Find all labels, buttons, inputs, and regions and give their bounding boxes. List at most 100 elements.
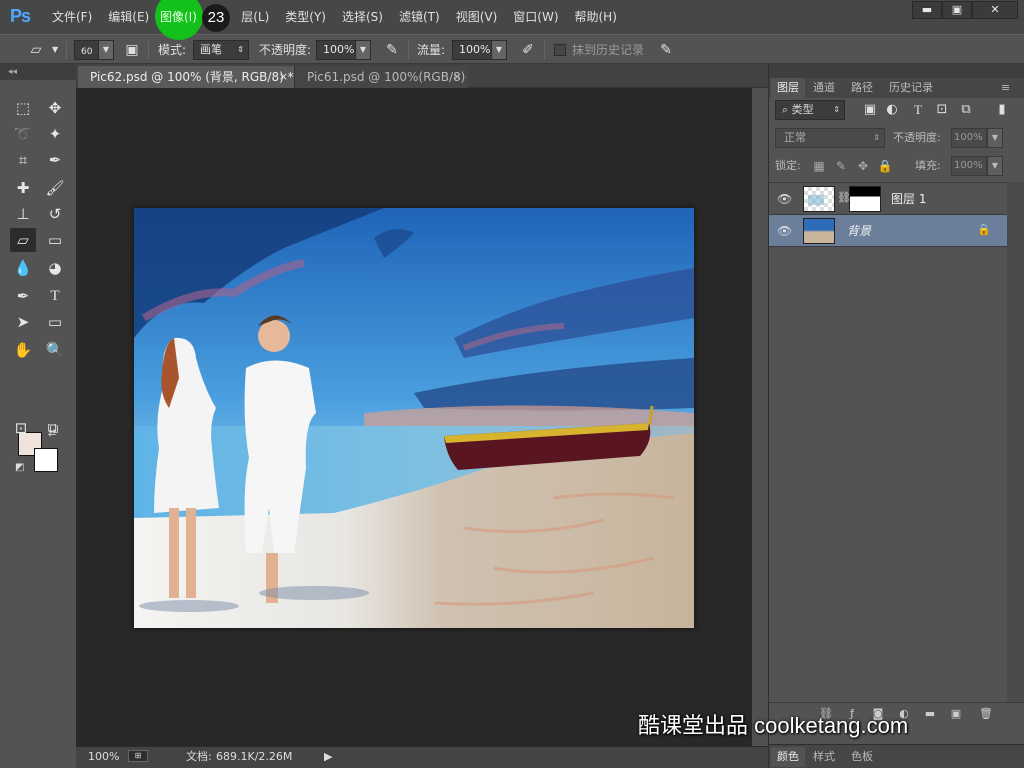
dodge-tool-icon[interactable]: ◕ — [42, 256, 68, 280]
blur-tool-icon[interactable]: 💧 — [10, 256, 36, 280]
new-layer-icon[interactable]: ▣ — [947, 705, 965, 723]
brush-size-value: 60 — [81, 47, 93, 57]
menu-image[interactable]: 图像(I) — [160, 0, 197, 34]
layer-opacity-input[interactable]: 100% — [951, 128, 987, 148]
tab-history[interactable]: 历史记录 — [883, 78, 939, 98]
lock-pixels-icon[interactable]: ✎ — [833, 156, 849, 176]
mode-select[interactable]: 画笔 ⇕ — [193, 40, 249, 60]
type-filter-icon[interactable]: T — [909, 100, 927, 120]
delete-layer-icon[interactable]: 🗑 — [977, 705, 995, 723]
brush-tool-icon[interactable]: 🖌 — [42, 176, 68, 200]
pixel-filter-icon[interactable]: ▣ — [861, 100, 879, 120]
menu-file[interactable]: 文件(F) — [44, 0, 100, 34]
menu-edit[interactable]: 编辑(E) — [100, 0, 157, 34]
menu-window[interactable]: 窗口(W) — [505, 0, 566, 34]
visibility-eye-icon[interactable]: 👁 — [777, 224, 792, 238]
lasso-tool-icon[interactable]: ➰ — [10, 122, 36, 146]
tab-color[interactable]: 颜色 — [771, 747, 805, 767]
layer-mask-thumbnail[interactable] — [849, 186, 881, 212]
path-selection-tool-icon[interactable]: ➤ — [10, 310, 36, 334]
maximize-button[interactable]: ▣ — [942, 1, 972, 19]
zoom-level[interactable]: 100% — [88, 747, 119, 767]
blend-mode-select[interactable]: 正常 ⇕ — [775, 128, 885, 148]
airbrush-icon[interactable]: ✐ — [518, 40, 538, 60]
new-group-icon[interactable]: ▬ — [921, 705, 939, 723]
hand-tool-icon[interactable]: ✋ — [10, 338, 36, 362]
layers-scrollbar[interactable] — [1007, 182, 1024, 702]
healing-brush-tool-icon[interactable]: ✚ — [10, 176, 36, 200]
flow-arrow-icon[interactable]: ▼ — [491, 40, 507, 60]
layer-name[interactable]: 图层 1 — [891, 183, 926, 215]
brush-panel-toggle-icon[interactable]: ▣ — [122, 40, 142, 60]
tab-styles[interactable]: 样式 — [807, 747, 841, 767]
type-tool-icon[interactable]: T — [42, 284, 68, 308]
toolbox-collapse-icon[interactable]: ◂◂ — [0, 64, 76, 80]
status-menu-arrow-icon[interactable]: ▶ — [324, 747, 332, 767]
panel-menu-icon[interactable]: ≡ — [995, 78, 1016, 98]
photoshop-logo: Ps — [10, 6, 31, 26]
crop-tool-icon[interactable]: ⌗ — [10, 148, 36, 172]
erase-history-checkbox[interactable] — [554, 44, 566, 56]
visibility-eye-icon[interactable]: 👁 — [777, 192, 792, 206]
menu-filter[interactable]: 滤镜(T) — [391, 0, 448, 34]
close-tab-icon[interactable]: × — [453, 66, 462, 88]
pressure-size-icon[interactable]: ✎ — [656, 40, 676, 60]
updown-arrow-icon: ⇕ — [833, 105, 840, 114]
separator — [66, 41, 67, 59]
clone-stamp-tool-icon[interactable]: ⊥ — [10, 202, 36, 226]
gradient-tool-icon[interactable]: ▭ — [42, 228, 68, 252]
opacity-input[interactable]: 100% — [316, 40, 356, 60]
document-canvas-image[interactable] — [134, 208, 694, 628]
eraser-tool-icon[interactable]: ▱ — [10, 228, 36, 252]
marquee-tool-icon[interactable]: ⬚ — [10, 96, 36, 120]
quick-mask-icon[interactable]: ⊡ — [8, 416, 34, 440]
layer-row-background[interactable]: 👁 背景 🔒 — [769, 215, 1007, 247]
default-colors-icon[interactable]: ◩ — [15, 462, 24, 473]
tab-swatches[interactable]: 色板 — [845, 747, 879, 767]
brush-picker-arrow-icon[interactable]: ▼ — [98, 40, 114, 60]
history-brush-tool-icon[interactable]: ↺ — [42, 202, 68, 226]
tab-pic62[interactable]: Pic62.psd @ 100% (背景, RGB/8) * × — [78, 66, 294, 88]
tab-paths[interactable]: 路径 — [845, 78, 879, 98]
flow-input[interactable]: 100% — [452, 40, 492, 60]
vertical-scrollbar[interactable] — [752, 88, 768, 746]
magic-wand-tool-icon[interactable]: ✦ — [42, 122, 68, 146]
pressure-opacity-icon[interactable]: ✎ — [382, 40, 402, 60]
background-color-swatch[interactable] — [34, 448, 58, 472]
layer-name[interactable]: 背景 — [847, 215, 871, 247]
adjustment-filter-icon[interactable]: ◐ — [883, 100, 901, 120]
panel-collapse-bar[interactable] — [769, 64, 1024, 78]
status-preview-icon[interactable]: ⊞ — [128, 750, 148, 762]
zoom-tool-icon[interactable]: 🔍 — [42, 338, 68, 362]
menu-select[interactable]: 选择(S) — [334, 0, 391, 34]
opacity-arrow-icon[interactable]: ▼ — [987, 128, 1003, 148]
eraser-tool-icon[interactable]: ▱ — [26, 40, 46, 60]
screen-mode-icon[interactable]: ⧉ — [40, 416, 66, 440]
lock-position-icon[interactable]: ✥ — [855, 156, 871, 176]
tab-pic61[interactable]: Pic61.psd @ 100%(RGB/8) × — [294, 66, 468, 88]
layer-filter-select[interactable]: ⌕ 类型 ⇕ — [775, 100, 845, 120]
eyedropper-tool-icon[interactable]: ✒ — [42, 148, 68, 172]
lock-all-icon[interactable]: 🔒 — [877, 156, 893, 176]
tool-preset-arrow-icon[interactable]: ▼ — [52, 35, 58, 65]
move-tool-icon[interactable]: ✥ — [42, 96, 68, 120]
close-tab-icon[interactable]: × — [279, 66, 288, 88]
smart-object-filter-icon[interactable]: ⧉ — [957, 100, 975, 120]
opacity-arrow-icon[interactable]: ▼ — [355, 40, 371, 60]
filter-toggle-icon[interactable]: ▮ — [993, 100, 1011, 120]
step-number-badge: 23 — [202, 4, 230, 32]
minimize-button[interactable]: ▬ — [912, 1, 942, 19]
close-button[interactable]: ✕ — [972, 1, 1018, 19]
shape-filter-icon[interactable]: ⊡ — [933, 100, 951, 120]
fill-input[interactable]: 100% — [951, 156, 987, 176]
tab-layers[interactable]: 图层 — [771, 78, 805, 98]
tab-channels[interactable]: 通道 — [807, 78, 841, 98]
lock-transparent-icon[interactable]: ▦ — [811, 156, 827, 176]
fill-arrow-icon[interactable]: ▼ — [987, 156, 1003, 176]
menu-view[interactable]: 视图(V) — [448, 0, 506, 34]
layer-row-layer1[interactable]: 👁 ⛓ 图层 1 — [769, 183, 1007, 215]
menu-type[interactable]: 类型(Y) — [277, 0, 334, 34]
menu-help[interactable]: 帮助(H) — [567, 0, 625, 34]
rectangle-tool-icon[interactable]: ▭ — [42, 310, 68, 334]
pen-tool-icon[interactable]: ✒ — [10, 284, 36, 308]
